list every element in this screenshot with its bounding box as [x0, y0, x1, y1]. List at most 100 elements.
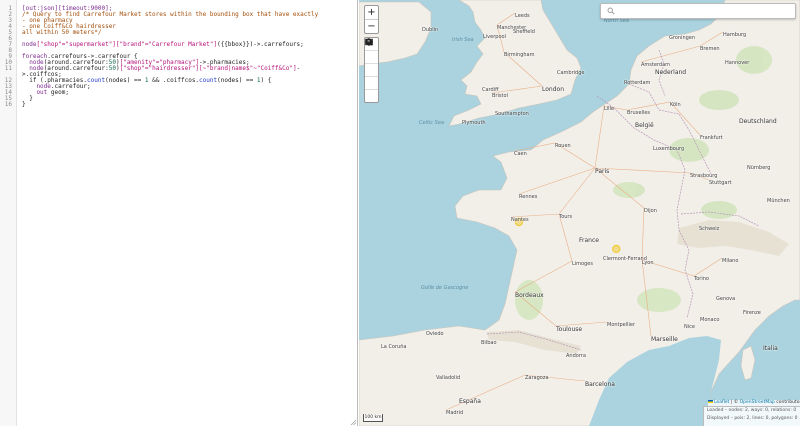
- city-label: Italia: [763, 345, 778, 352]
- reset-clock-icon: [365, 38, 373, 46]
- city-label: France: [579, 237, 599, 244]
- city-label: Nice: [684, 324, 695, 330]
- city-label: Amsterdam: [641, 62, 671, 68]
- resize-grip-icon[interactable]: [350, 419, 356, 425]
- city-label: London: [542, 86, 564, 93]
- city-label: Firenze: [743, 310, 761, 316]
- leaflet-flag-icon: [708, 400, 713, 403]
- city-label: Nürnberg: [747, 165, 771, 171]
- data-stats-box: Loaded – nodes: 2, ways: 0, relations: 0…: [703, 406, 800, 426]
- zoom-in-button[interactable]: +: [365, 6, 378, 19]
- city-label: Köln: [670, 102, 681, 108]
- city-label: Lille: [604, 106, 615, 112]
- attribution-suffix: contributors: [776, 400, 800, 405]
- map-toolbar[interactable]: [364, 37, 379, 103]
- city-label: España: [459, 398, 481, 405]
- city-label: Nederland: [655, 69, 687, 76]
- code-token: ["shop"="hairdresser"][~"brand|name$"~"C…: [119, 65, 297, 72]
- city-label: Nantes: [511, 217, 529, 223]
- city-label: Groningen: [669, 35, 696, 41]
- result-marker[interactable]: [612, 244, 621, 254]
- leaflet-link[interactable]: Leaflet: [714, 400, 729, 405]
- city-label: Dublin: [422, 27, 439, 33]
- city-label: België: [635, 122, 654, 129]
- city-label: Marseille: [651, 336, 678, 343]
- loaded-stats: Loaded – nodes: 2, ways: 0, relations: 0: [707, 408, 797, 413]
- attribution-separator: | ©: [729, 400, 740, 405]
- corsica-land: [740, 345, 756, 381]
- locate-me-button[interactable]: [365, 38, 378, 63]
- city-label: Caen: [514, 151, 527, 157]
- city-label: Plymouth: [462, 120, 486, 126]
- line-number: 11: [4, 65, 12, 72]
- sea-label: Golfe de Gascogne: [421, 285, 469, 291]
- code-line: all within 50 meters*/: [22, 30, 101, 36]
- city-label: Milano: [722, 258, 739, 264]
- city-label: Birmingham: [504, 52, 535, 58]
- code-token: node: [22, 41, 37, 48]
- city-label: Southampton: [495, 111, 529, 117]
- city-label: Torino: [694, 276, 709, 282]
- reset-map-button[interactable]: [365, 38, 378, 102]
- city-label: Bilbao: [481, 340, 497, 346]
- city-label: Madrid: [446, 410, 464, 416]
- city-label: Clermont-Ferrand: [603, 256, 647, 262]
- city-label: Liverpool: [483, 34, 506, 40]
- code-token: (nodes) ==: [105, 77, 145, 84]
- code-token: (nodes) ==: [217, 77, 257, 84]
- city-label: Barcelona: [585, 381, 615, 388]
- zoom-control[interactable]: + −: [364, 5, 379, 34]
- city-label: Valladolid: [436, 375, 461, 381]
- city-label: Montpellier: [607, 322, 636, 328]
- city-label: Rotterdam: [624, 80, 651, 86]
- city-label: München: [767, 198, 790, 204]
- city-label: Deutschland: [739, 118, 777, 125]
- city-label: Bremen: [700, 46, 720, 52]
- city-label: Rennes: [519, 194, 538, 200]
- toggle-wide-map-button[interactable]: [365, 39, 378, 89]
- code-token: }: [22, 101, 26, 108]
- map-search-box[interactable]: [600, 3, 796, 19]
- city-label: Stuttgart: [709, 180, 732, 186]
- map-view[interactable]: Leeds Manchester Liverpool Sheffield Dublin B…: [359, 0, 800, 426]
- code-token: 50: [108, 65, 116, 72]
- code-line: node["shop"="supermarket"]["brand"="Carr…: [22, 42, 304, 48]
- search-icon: [607, 7, 615, 15]
- city-label: Monaco: [700, 317, 720, 323]
- zoom-out-button[interactable]: −: [365, 19, 378, 33]
- map-search-input[interactable]: [617, 5, 787, 17]
- city-label: Sheffield: [513, 29, 535, 35]
- toggle-data-overlay-button[interactable]: [365, 38, 378, 76]
- code-line: node(around.carrefour:50)["shop"="hairdr…: [22, 66, 300, 72]
- city-label: Zaragoza: [525, 375, 549, 381]
- city-label: Bordeaux: [515, 292, 544, 299]
- code-token: ) {: [260, 77, 272, 84]
- city-label: Dijon: [644, 208, 657, 214]
- line-number: 16: [4, 101, 12, 108]
- city-label: Leeds: [515, 13, 530, 19]
- code-token: geom;: [47, 89, 69, 96]
- line-number-gutter: 1 2 3 4 5 6 7 8 9 10 11 12 13 14 15 16: [0, 0, 17, 426]
- query-editor[interactable]: 1 2 3 4 5 6 7 8 9 10 11 12 13 14 15 16 [out:json][timeo…: [0, 0, 358, 426]
- city-label: Luxembourg: [653, 146, 685, 152]
- code-token: ["shop"="supermarket"]["brand"="Carrefou…: [36, 41, 218, 48]
- city-label: Frankfurt: [700, 135, 723, 141]
- code-token: && .coiffcos.: [148, 77, 200, 84]
- city-label: Genova: [716, 296, 736, 302]
- city-label: Hamburg: [723, 32, 747, 38]
- city-label: La Coruña: [381, 344, 407, 350]
- city-label: Toulouse: [556, 326, 583, 333]
- city-label: Limoges: [572, 261, 593, 267]
- city-label: Bristol: [492, 93, 508, 99]
- city-label: Cambridge: [557, 70, 585, 76]
- city-label: Paris: [595, 168, 610, 175]
- city-label: Andorra: [566, 353, 586, 359]
- code-token: all within 50 meters*/: [22, 29, 102, 36]
- sea-label: Irish Sea: [452, 37, 474, 43]
- sea-label: Celtic Sea: [419, 120, 444, 126]
- code-line: }: [22, 102, 26, 108]
- code-token: -: [296, 65, 301, 72]
- city-label: Oviedo: [426, 331, 444, 337]
- openstreetmap-link[interactable]: OpenStreetMap: [740, 400, 775, 405]
- city-label: Tours: [559, 214, 573, 220]
